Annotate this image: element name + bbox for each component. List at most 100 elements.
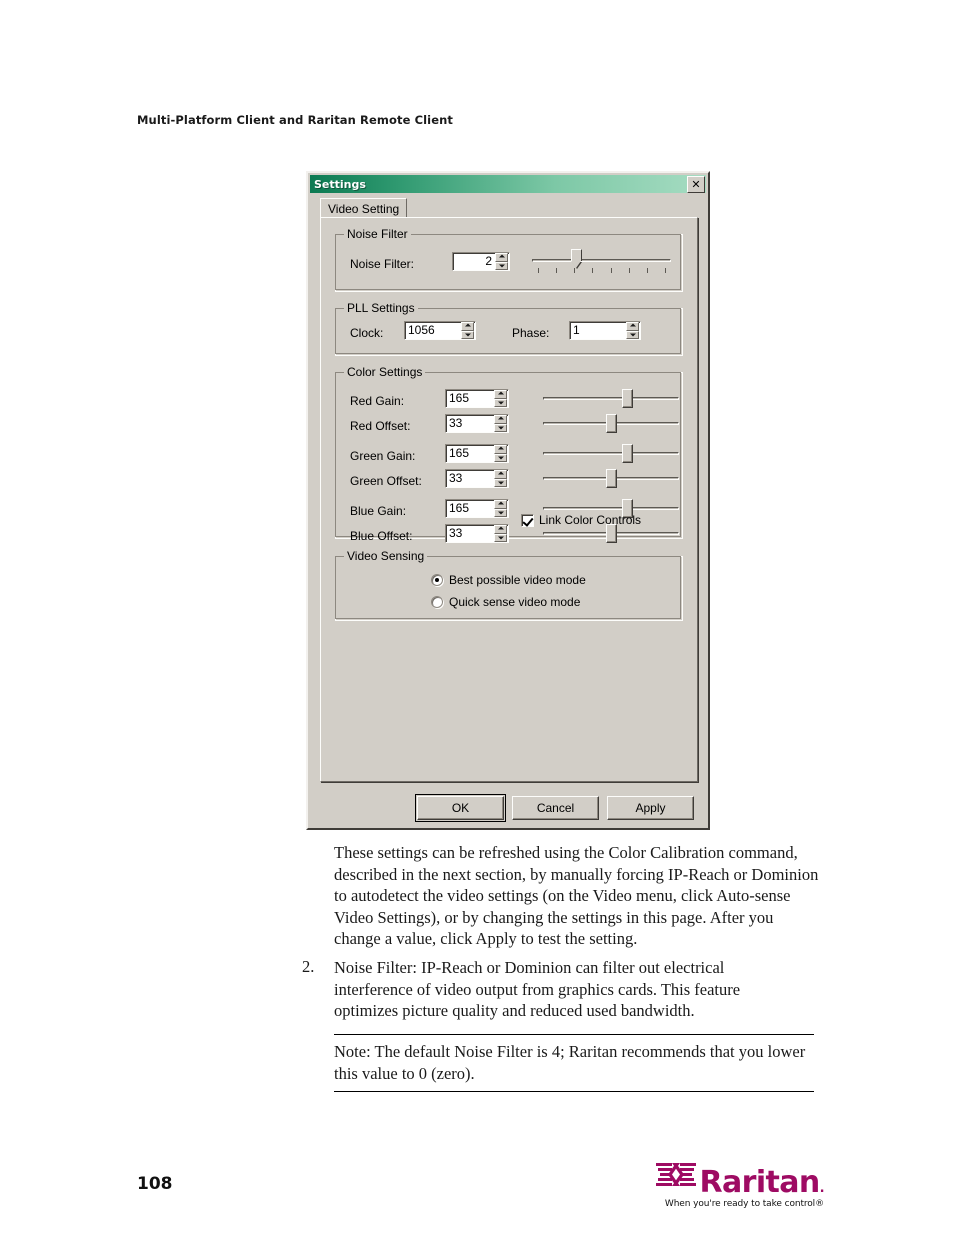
paragraph-settings-refresh: These settings can be refreshed using th… xyxy=(334,843,819,948)
group-video-sensing-label: Video Sensing xyxy=(344,549,428,563)
stepper-down-icon[interactable] xyxy=(495,261,508,270)
color-row-stepper[interactable] xyxy=(494,500,507,517)
dialog-titlebar: Settings ✕ xyxy=(310,175,706,193)
raritan-mark-icon xyxy=(656,1160,697,1195)
stepper-down-icon[interactable] xyxy=(494,423,507,432)
tabstrip: Video Setting xyxy=(320,198,708,218)
radio-icon[interactable] xyxy=(431,596,443,608)
color-row-value: 33 xyxy=(449,526,463,540)
color-row-input[interactable]: 165 xyxy=(445,499,509,518)
color-row-slider[interactable] xyxy=(543,468,679,488)
link-color-controls-label: Link Color Controls xyxy=(539,513,642,527)
group-pll-label: PLL Settings xyxy=(344,301,418,315)
noise-filter-stepper[interactable] xyxy=(495,253,508,270)
tab-video-setting[interactable]: Video Setting xyxy=(320,198,408,218)
group-noise-filter-label: Noise Filter xyxy=(344,227,411,241)
noise-filter-value: 2 xyxy=(485,254,492,268)
slider-thumb[interactable] xyxy=(571,249,583,268)
stepper-up-icon[interactable] xyxy=(494,445,507,454)
clock-value: 1056 xyxy=(408,323,435,337)
radio-icon[interactable] xyxy=(431,574,443,586)
color-row-stepper[interactable] xyxy=(494,390,507,407)
dialog-button-row: OK Cancel Apply xyxy=(308,794,698,822)
color-row-input[interactable]: 33 xyxy=(445,524,509,543)
stepper-down-icon[interactable] xyxy=(494,533,507,542)
stepper-up-icon[interactable] xyxy=(494,415,507,424)
link-color-controls-row[interactable]: Link Color Controls xyxy=(521,513,641,527)
stepper-up-icon[interactable] xyxy=(494,525,507,534)
color-row-label: Red Gain: xyxy=(350,394,405,408)
stepper-down-icon[interactable] xyxy=(494,453,507,462)
stepper-up-icon[interactable] xyxy=(494,390,507,399)
color-row-value: 33 xyxy=(449,416,463,430)
stepper-down-icon[interactable] xyxy=(494,478,507,487)
color-row-input[interactable]: 165 xyxy=(445,444,509,463)
page-running-header: Multi-Platform Client and Raritan Remote… xyxy=(137,113,453,127)
slider-thumb[interactable] xyxy=(622,444,634,463)
raritan-wordmark: Raritan. xyxy=(699,1164,824,1200)
stepper-down-icon[interactable] xyxy=(626,330,639,339)
color-row-label: Red Offset: xyxy=(350,419,411,433)
color-row-label: Blue Gain: xyxy=(350,504,407,518)
stepper-down-icon[interactable] xyxy=(461,330,474,339)
color-row-slider[interactable] xyxy=(543,388,679,408)
radio-label: Best possible video mode xyxy=(449,573,586,587)
group-pll-settings: PLL Settings Clock: 1056 Phase: 1 xyxy=(335,301,683,356)
clock-stepper[interactable] xyxy=(461,322,474,339)
slider-track xyxy=(543,507,679,510)
group-video-sensing: Video Sensing Best possible video mode Q… xyxy=(335,549,683,621)
slider-thumb[interactable] xyxy=(606,414,617,433)
phase-label: Phase: xyxy=(512,326,550,340)
stepper-up-icon[interactable] xyxy=(626,322,639,331)
color-row-input[interactable]: 165 xyxy=(445,389,509,408)
raritan-logo: Raritan. When you're ready to take contr… xyxy=(656,1160,825,1209)
stepper-up-icon[interactable] xyxy=(495,253,508,262)
stepper-up-icon[interactable] xyxy=(494,500,507,509)
color-row-stepper[interactable] xyxy=(494,445,507,462)
stepper-up-icon[interactable] xyxy=(494,470,507,479)
close-icon[interactable]: ✕ xyxy=(687,176,705,193)
group-color-label: Color Settings xyxy=(344,365,426,379)
stepper-up-icon[interactable] xyxy=(461,322,474,331)
slider-track xyxy=(532,259,671,262)
color-row-input[interactable]: 33 xyxy=(445,414,509,433)
color-row-value: 33 xyxy=(449,471,463,485)
cancel-button[interactable]: Cancel xyxy=(512,796,599,820)
apply-button[interactable]: Apply xyxy=(607,796,694,820)
slider-thumb[interactable] xyxy=(606,469,617,488)
stepper-down-icon[interactable] xyxy=(494,508,507,517)
dialog-title: Settings xyxy=(314,177,366,191)
slider-thumb[interactable] xyxy=(622,389,634,408)
color-row-input[interactable]: 33 xyxy=(445,469,509,488)
color-row-label: Blue Offset: xyxy=(350,529,413,543)
noise-filter-input[interactable]: 2 xyxy=(452,252,510,271)
slider-ticks xyxy=(532,268,671,275)
clock-label: Clock: xyxy=(350,326,384,340)
phase-value: 1 xyxy=(573,323,580,337)
group-noise-filter: Noise Filter Noise Filter: 2 xyxy=(335,227,683,292)
radio-quick-sense-video-mode[interactable]: Quick sense video mode xyxy=(431,595,580,609)
settings-dialog: Settings ✕ Video Setting Noise Filter No… xyxy=(306,171,710,830)
color-row-stepper[interactable] xyxy=(494,525,507,542)
ok-button[interactable]: OK xyxy=(415,794,506,822)
noise-filter-label: Noise Filter: xyxy=(350,257,415,271)
noise-filter-slider[interactable] xyxy=(532,249,671,277)
stepper-down-icon[interactable] xyxy=(494,398,507,407)
color-row-stepper[interactable] xyxy=(494,415,507,432)
color-row-stepper[interactable] xyxy=(494,470,507,487)
radio-best-possible-video-mode[interactable]: Best possible video mode xyxy=(431,573,586,587)
color-row-slider[interactable] xyxy=(543,413,679,433)
note-box: Note: The default Noise Filter is 4; Rar… xyxy=(334,1034,814,1092)
phase-stepper[interactable] xyxy=(626,322,639,339)
color-row-slider[interactable] xyxy=(543,443,679,463)
color-row-label: Green Offset: xyxy=(350,474,422,488)
link-color-controls-checkbox[interactable] xyxy=(521,513,534,527)
clock-input[interactable]: 1056 xyxy=(404,321,476,340)
list-item-number: 2. xyxy=(302,957,315,976)
raritan-tagline: When you're ready to take control® xyxy=(664,1199,824,1209)
tab-page-video-setting: Noise Filter Noise Filter: 2 PLL Setting… xyxy=(320,217,698,782)
slider-track xyxy=(543,397,679,400)
color-row-value: 165 xyxy=(449,501,470,515)
color-row-value: 165 xyxy=(449,391,470,405)
phase-input[interactable]: 1 xyxy=(569,321,641,340)
